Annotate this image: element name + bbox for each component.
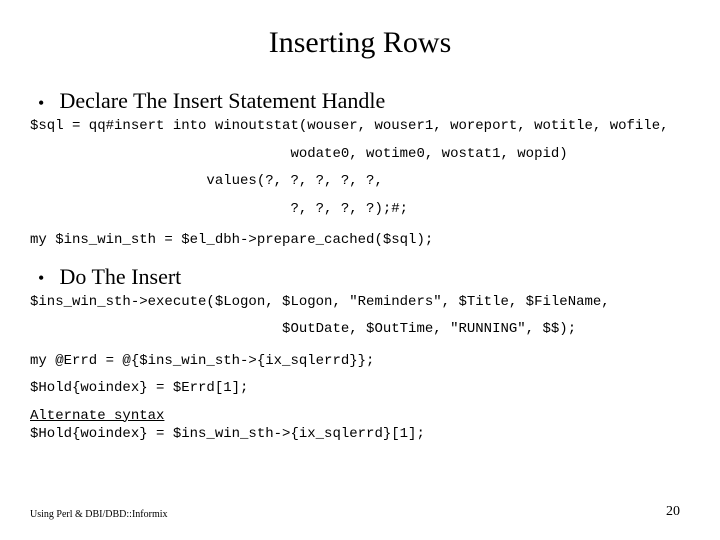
code-errd-line2: $Hold{woindex} = $Errd[1]; xyxy=(30,380,690,398)
code-exec-line2: $OutDate, $OutTime, "RUNNING", $$); xyxy=(30,321,690,339)
code-sql-line3: values(?, ?, ?, ?, ?, xyxy=(30,173,690,191)
code-sql-line2: wodate0, wotime0, wostat1, wopid) xyxy=(30,146,690,164)
slide: Inserting Rows • Declare The Insert Stat… xyxy=(0,0,720,540)
bullet-declare-text: Declare The Insert Statement Handle xyxy=(60,88,386,113)
bullet-dot-icon: • xyxy=(38,269,54,287)
code-sql-line4: ?, ?, ?, ?);#; xyxy=(30,201,690,219)
alternate-syntax-label: Alternate syntax xyxy=(30,408,690,424)
code-exec-line1: $ins_win_sth->execute($Logon, $Logon, "R… xyxy=(30,294,690,312)
page-number: 20 xyxy=(666,504,680,520)
bullet-declare: • Declare The Insert Statement Handle xyxy=(30,88,690,114)
code-prepare: my $ins_win_sth = $el_dbh->prepare_cache… xyxy=(30,232,690,250)
code-sql-line1: $sql = qq#insert into winoutstat(wouser,… xyxy=(30,118,690,136)
code-errd-line1: my @Errd = @{$ins_win_sth->{ix_sqlerrd}}… xyxy=(30,353,690,371)
code-alt-line1: $Hold{woindex} = $ins_win_sth->{ix_sqler… xyxy=(30,426,690,444)
page-title: Inserting Rows xyxy=(30,26,690,60)
bullet-do-insert-text: Do The Insert xyxy=(60,264,182,289)
bullet-dot-icon: • xyxy=(38,94,54,112)
footer-source: Using Perl & DBI/DBD::Informix xyxy=(30,509,168,520)
bullet-do-insert: • Do The Insert xyxy=(30,264,690,290)
